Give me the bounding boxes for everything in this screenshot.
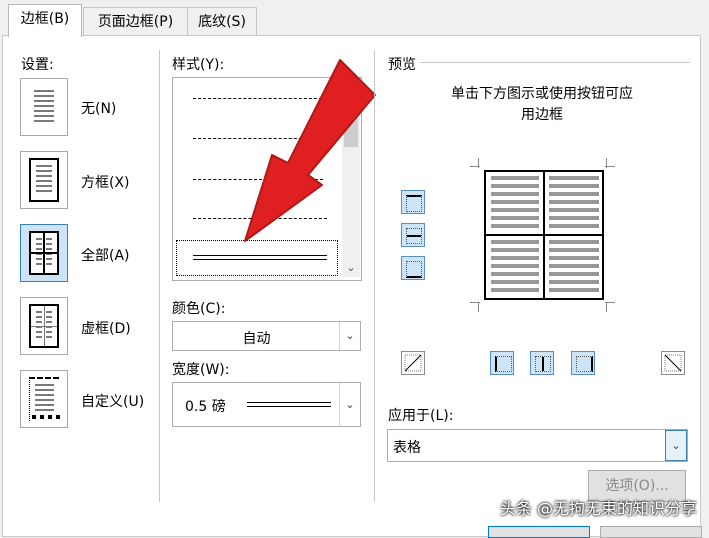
setting-all-label: 全部(A)	[81, 248, 130, 264]
apply-to-dropdown[interactable]: 表格 ⌄	[387, 429, 688, 462]
none-border-icon	[29, 85, 59, 129]
settings-title: 设置:	[21, 57, 54, 73]
preview-title: 预览	[388, 57, 416, 73]
width-value: 0.5 磅	[185, 399, 226, 415]
bottom-border-icon	[406, 261, 422, 278]
inside-vertical-border-button[interactable]	[530, 351, 554, 375]
setting-grid-label: 虚框(D)	[81, 321, 131, 337]
grid-border-icon	[29, 304, 59, 348]
setting-custom-label: 自定义(U)	[81, 394, 145, 410]
custom-border-icon	[29, 377, 59, 421]
color-dropdown[interactable]: 自动 ⌄	[172, 321, 361, 351]
right-border-icon	[576, 356, 593, 372]
color-title: 颜色(C):	[172, 301, 226, 317]
watermark-text: 头条 @无拘无束的知识分享	[499, 499, 697, 518]
ok-button[interactable]	[488, 526, 590, 538]
cancel-button[interactable]	[600, 526, 702, 538]
tab-strip: 边框(B) 页面边框(P) 底纹(S)	[0, 0, 709, 37]
left-border-icon	[495, 356, 512, 372]
chevron-down-icon[interactable]: ⌄	[339, 383, 360, 426]
tab-shading[interactable]: 底纹(S)	[187, 7, 257, 36]
apply-to-value: 表格	[393, 440, 421, 456]
setting-none-label: 无(N)	[81, 101, 117, 117]
inside-horizontal-border-button[interactable]	[401, 223, 425, 247]
guide	[606, 302, 607, 312]
style-title: 样式(Y):	[172, 57, 225, 73]
left-border-button[interactable]	[490, 351, 514, 375]
guide	[606, 158, 607, 168]
right-border-button[interactable]	[571, 351, 595, 375]
divider-left	[159, 50, 160, 502]
color-value: 自动	[242, 331, 271, 347]
annotation-arrow-icon	[244, 59, 376, 242]
bottom-border-button[interactable]	[401, 256, 425, 280]
diagonal-up-icon	[404, 354, 422, 372]
preview-hint: 单击下方图示或使用按钮可应 用边框	[388, 84, 696, 126]
width-dropdown[interactable]: 0.5 磅 ⌄	[172, 382, 361, 427]
setting-none-button[interactable]	[20, 78, 68, 136]
preview-hint-line1: 单击下方图示或使用按钮可应	[451, 86, 633, 102]
diagonal-down-icon	[664, 354, 682, 372]
preview-rule	[420, 62, 690, 63]
width-sample-line	[247, 402, 331, 403]
all-borders-icon	[29, 231, 59, 275]
top-border-button[interactable]	[401, 190, 425, 214]
preview-table[interactable]	[484, 170, 604, 300]
diagonal-down-border-button[interactable]	[661, 351, 685, 375]
box-border-icon	[29, 158, 59, 202]
chevron-down-icon[interactable]: ⌄	[339, 322, 360, 350]
inside-horizontal-border-icon	[406, 228, 422, 244]
setting-all-button[interactable]	[20, 224, 68, 282]
setting-grid-button[interactable]	[20, 297, 68, 355]
guide	[478, 158, 479, 168]
chevron-down-icon[interactable]: ⌄	[665, 430, 687, 461]
setting-box-label: 方框(X)	[81, 175, 130, 191]
diagonal-up-border-button[interactable]	[401, 351, 425, 375]
setting-box-button[interactable]	[20, 151, 68, 209]
divider-right	[374, 50, 375, 502]
guide	[478, 302, 479, 312]
width-title: 宽度(W):	[172, 362, 230, 378]
top-border-icon	[406, 195, 422, 212]
preview-hint-line2: 用边框	[521, 107, 563, 123]
tab-borders[interactable]: 边框(B)	[8, 4, 82, 37]
inside-vertical-border-icon	[535, 356, 551, 372]
width-sample-line-2	[247, 406, 331, 407]
tab-page-borders[interactable]: 页面边框(P)	[83, 7, 188, 36]
setting-custom-button[interactable]	[20, 370, 68, 428]
apply-to-title: 应用于(L):	[388, 408, 454, 424]
scroll-down-icon[interactable]: ⌄	[342, 261, 360, 274]
